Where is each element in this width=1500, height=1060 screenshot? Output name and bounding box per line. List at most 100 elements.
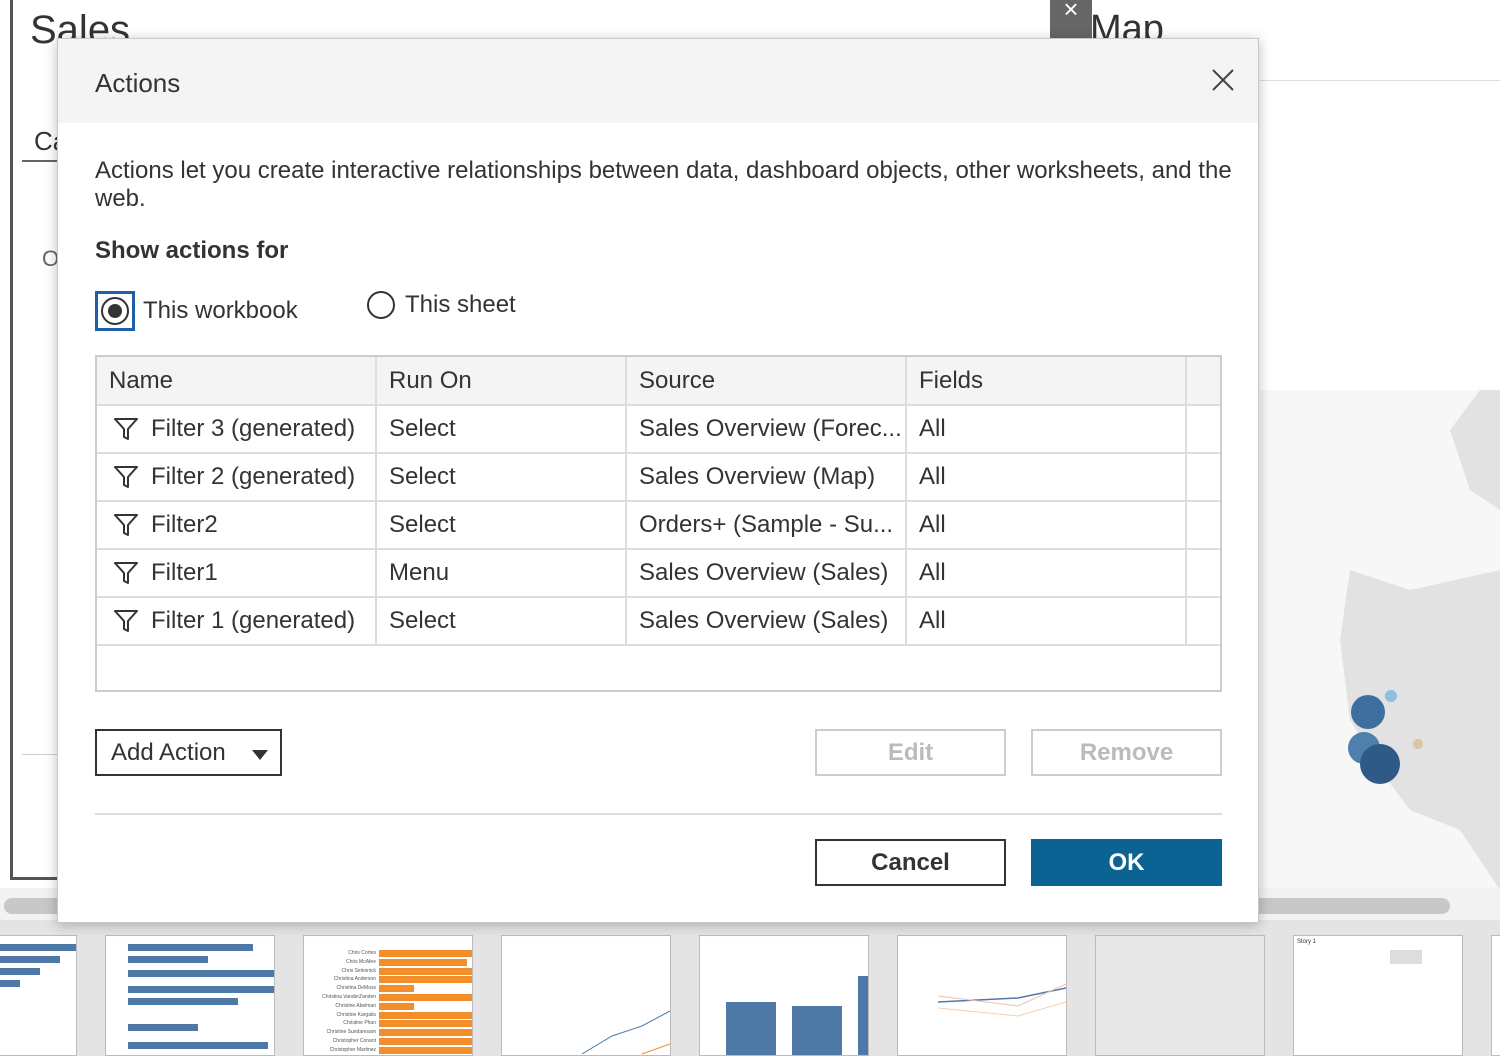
land-shape bbox=[1340, 570, 1500, 890]
thumb-bar bbox=[379, 958, 467, 966]
thumb-bar bbox=[379, 985, 414, 993]
cell-empty bbox=[1187, 454, 1220, 500]
radio-label: This sheet bbox=[405, 291, 516, 318]
thumb-label: Christine Phan bbox=[343, 1020, 376, 1027]
map-mark bbox=[1360, 744, 1400, 784]
cell-empty bbox=[1187, 502, 1220, 548]
filter-icon bbox=[114, 466, 138, 488]
sheet-thumbnail[interactable] bbox=[1095, 935, 1265, 1056]
dialog-title: Actions bbox=[95, 68, 181, 98]
cell-empty bbox=[1187, 598, 1220, 644]
add-action-label: Add Action bbox=[111, 738, 226, 766]
dialog-description: Actions let you create interactive relat… bbox=[95, 157, 1232, 212]
cell-fields: All bbox=[907, 454, 1187, 500]
action-name: Filter 1 (generated) bbox=[151, 607, 356, 634]
sheet-thumbnail[interactable]: Chris Cortes Chris McAfee Chris Selesnick C… bbox=[303, 935, 473, 1056]
sheet-thumbnail[interactable] bbox=[0, 935, 77, 1056]
sheet-thumbnail[interactable] bbox=[699, 935, 869, 1056]
radio-this-workbook[interactable]: This workbook bbox=[95, 291, 298, 331]
thumb-bar bbox=[0, 968, 40, 975]
thumb-bar bbox=[128, 1024, 198, 1031]
actions-table: Name Run On Source Fields Filter 3 (gene… bbox=[95, 355, 1222, 692]
divider bbox=[22, 754, 62, 755]
cell-run-on: Select bbox=[377, 598, 627, 644]
action-name: Filter2 bbox=[151, 511, 218, 538]
thumb-label: Christina Anderson bbox=[333, 976, 376, 983]
sheet-thumbnail[interactable] bbox=[897, 935, 1067, 1056]
sheet-thumbnail[interactable] bbox=[1491, 935, 1500, 1056]
thumb-label: Christopher Conant bbox=[332, 1038, 376, 1044]
story-label: Story 1 bbox=[1297, 939, 1317, 945]
filter-icon bbox=[114, 562, 138, 584]
cell-fields: All bbox=[907, 598, 1187, 644]
thumb-bar bbox=[726, 1002, 776, 1055]
cell-source: Sales Overview (Sales) bbox=[627, 598, 907, 644]
thumb-bar bbox=[379, 1029, 472, 1037]
dialog-header bbox=[58, 39, 1258, 123]
thumb-bar bbox=[379, 1020, 472, 1028]
thumb-bar bbox=[792, 1006, 842, 1055]
thumb-block bbox=[1390, 950, 1422, 964]
thumb-bar bbox=[0, 980, 20, 987]
table-row[interactable]: Filter 2 (generated) Select Sales Overview… bbox=[97, 454, 1220, 502]
column-header-run-on[interactable]: Run On bbox=[377, 357, 627, 404]
map-mark bbox=[1351, 695, 1385, 729]
column-header-name[interactable]: Name bbox=[97, 357, 377, 404]
sheet-thumbnail[interactable]: Story 1 bbox=[1293, 935, 1463, 1056]
radio-selected-icon bbox=[101, 297, 129, 325]
thumb-bar bbox=[379, 1011, 472, 1019]
map-view[interactable] bbox=[1260, 390, 1500, 890]
thumb-bar bbox=[379, 1046, 472, 1054]
thumb-line-chart bbox=[937, 983, 1067, 1017]
cell-name: Filter1 bbox=[97, 550, 377, 596]
table-row[interactable]: Filter1 Menu Sales Overview (Sales) All bbox=[97, 550, 1220, 598]
thumb-bar bbox=[128, 1042, 268, 1049]
cell-run-on: Select bbox=[377, 454, 627, 500]
cell-source: Sales Overview (Forec... bbox=[627, 406, 907, 452]
land-shape bbox=[1450, 390, 1500, 510]
thumb-bar bbox=[128, 998, 238, 1005]
cell-fields: All bbox=[907, 406, 1187, 452]
table-row[interactable]: Filter 1 (generated) Select Sales Overview… bbox=[97, 598, 1220, 646]
table-row[interactable]: Filter2 Select Orders+ (Sample - Su... All bbox=[97, 502, 1220, 550]
thumb-line-chart bbox=[581, 1010, 671, 1055]
cell-empty bbox=[1187, 550, 1220, 596]
cancel-button[interactable]: Cancel bbox=[815, 839, 1006, 886]
edit-button[interactable]: Edit bbox=[815, 729, 1006, 776]
thumb-bar bbox=[128, 970, 274, 977]
cell-source: Sales Overview (Map) bbox=[627, 454, 907, 500]
table-row[interactable]: Filter 3 (generated) Select Sales Overview… bbox=[97, 406, 1220, 454]
cell-run-on: Select bbox=[377, 406, 627, 452]
add-action-button[interactable]: Add Action bbox=[95, 729, 282, 776]
thumb-label: Christine Kargatis bbox=[336, 1011, 376, 1018]
column-header-source[interactable]: Source bbox=[627, 357, 907, 404]
cell-name: Filter2 bbox=[97, 502, 377, 548]
table-header: Name Run On Source Fields bbox=[97, 357, 1220, 406]
thumb-bar bbox=[128, 986, 274, 993]
thumb-label: Chris Selesnick bbox=[341, 967, 376, 974]
column-header-empty bbox=[1187, 357, 1220, 404]
divider bbox=[95, 813, 1222, 815]
thumb-label: Chris Cortes bbox=[348, 950, 376, 956]
column-header-fields[interactable]: Fields bbox=[907, 357, 1187, 404]
thumb-bar bbox=[128, 956, 208, 963]
thumb-label: Christine Abelman bbox=[335, 1002, 376, 1009]
thumb-label: Christopher Martinez bbox=[329, 1046, 376, 1053]
ok-button[interactable]: OK bbox=[1031, 839, 1222, 886]
cell-empty bbox=[1187, 406, 1220, 452]
close-sheet-button[interactable]: × bbox=[1050, 0, 1092, 40]
thumb-bar bbox=[128, 944, 253, 951]
remove-button[interactable]: Remove bbox=[1031, 729, 1222, 776]
filter-icon bbox=[114, 610, 138, 632]
radio-this-sheet[interactable]: This sheet bbox=[367, 291, 516, 319]
map-mark bbox=[1385, 690, 1397, 702]
radio-label: This workbook bbox=[143, 297, 298, 324]
close-icon[interactable] bbox=[1208, 65, 1238, 95]
cell-fields: All bbox=[907, 550, 1187, 596]
sheet-thumbnail[interactable] bbox=[105, 935, 275, 1056]
divider bbox=[1260, 80, 1500, 81]
thumb-bar bbox=[0, 956, 60, 963]
sheet-thumbnail[interactable] bbox=[501, 935, 671, 1056]
cell-name: Filter 2 (generated) bbox=[97, 454, 377, 500]
divider bbox=[22, 160, 62, 162]
